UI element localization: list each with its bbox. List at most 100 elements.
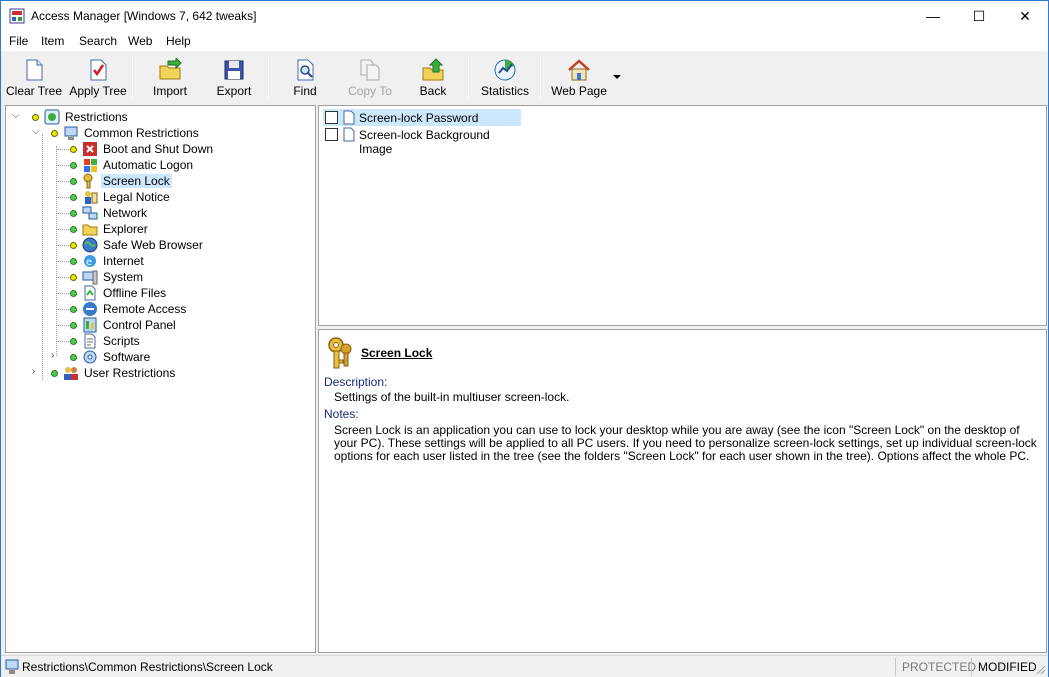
toolbar-separator — [540, 55, 541, 99]
option-label: Screen-lock Password — [359, 111, 479, 125]
tree-node-label: Screen Lock — [101, 174, 172, 188]
collapse-icon[interactable]: ⌵ — [12, 111, 22, 121]
tree-node-automatic-logon[interactable]: Automatic Logon — [6, 157, 306, 173]
restrictions-tree[interactable]: ⌵ Restrictions ⌵ Common Restrictions Boo… — [5, 105, 316, 653]
tree-node-screen-lock[interactable]: Screen Lock — [6, 173, 306, 189]
close-button[interactable]: ✕ — [1002, 1, 1048, 31]
menu-item[interactable]: Item — [41, 34, 64, 48]
tree-node-legal-notice[interactable]: Legal Notice — [6, 189, 306, 205]
back-button[interactable]: Back — [407, 53, 459, 101]
web-page-label: Web Page — [551, 84, 607, 98]
statistics-label: Statistics — [480, 84, 529, 98]
power-icon — [83, 142, 97, 156]
status-dot-icon — [32, 114, 39, 121]
toolbar: Clear Tree Apply Tree Import Export Find… — [1, 51, 1048, 103]
tree-guide-line — [57, 181, 69, 182]
description-text: Settings of the built-in multiuser scree… — [334, 390, 570, 404]
tree-node-label: Legal Notice — [103, 190, 170, 204]
resize-grip-icon[interactable] — [1036, 665, 1046, 675]
status-dot-icon — [70, 290, 77, 297]
tree-guide-line — [57, 325, 69, 326]
collapse-icon[interactable]: ⌵ — [32, 127, 42, 137]
minimize-icon: — — [926, 8, 940, 24]
menu-file[interactable]: File — [9, 34, 28, 48]
tree-node-scripts[interactable]: Scripts — [6, 333, 306, 349]
web-page-button[interactable]: Web Page — [549, 53, 609, 101]
tree-node-label: User Restrictions — [84, 366, 176, 380]
tree-guide-line — [57, 149, 69, 150]
restrictions-icon — [44, 109, 60, 125]
tree-guide-line — [57, 341, 69, 342]
menu-help[interactable]: Help — [166, 34, 191, 48]
tree-guide-line — [57, 309, 69, 310]
tree-node-safe-web-browser[interactable]: Safe Web Browser — [6, 237, 306, 253]
tree-guide-line — [57, 165, 69, 166]
list-item[interactable]: Screen-lock Password — [323, 109, 521, 126]
tree-node-offline-files[interactable]: Offline Files — [6, 285, 306, 301]
clear-tree-button[interactable]: Clear Tree — [5, 53, 63, 101]
option-checkbox[interactable] — [325, 128, 338, 141]
svg-text:e: e — [86, 257, 92, 268]
menu-search[interactable]: Search — [79, 34, 117, 48]
statistics-button[interactable]: Statistics — [477, 53, 533, 101]
tree-node-label: Network — [103, 206, 148, 220]
tree-node-boot-and-shut-down[interactable]: Boot and Shut Down — [6, 141, 306, 157]
control-panel-icon — [83, 317, 97, 333]
keys-icon — [328, 337, 352, 369]
apply-tree-button[interactable]: Apply Tree — [67, 53, 129, 101]
tree-node-remote-access[interactable]: Remote Access — [6, 301, 306, 317]
toolbar-separator — [268, 55, 269, 99]
description-title: Screen Lock — [361, 346, 433, 360]
minimize-button[interactable]: — — [910, 1, 956, 31]
tree-node-software[interactable]: › Software — [6, 349, 306, 365]
tree-node-label: System — [103, 270, 144, 284]
export-button[interactable]: Export — [205, 53, 263, 101]
maximize-icon: ☐ — [972, 7, 986, 24]
copy-to-button[interactable]: Copy To — [341, 53, 399, 101]
tree-node-control-panel[interactable]: Control Panel — [6, 317, 306, 333]
application-window: Access Manager [Windows 7, 642 tweaks] —… — [0, 0, 1049, 677]
folder-icon — [82, 224, 98, 236]
copy-pages-icon — [360, 59, 380, 81]
tree-node-system[interactable]: System — [6, 269, 306, 285]
tree-node-label: Safe Web Browser — [103, 238, 203, 252]
software-icon — [83, 350, 97, 364]
tree-node-restrictions[interactable]: ⌵ Restrictions — [6, 109, 306, 125]
menu-web[interactable]: Web — [128, 34, 152, 48]
option-label: Screen-lock Background Image — [359, 128, 490, 156]
tree-guide-line — [57, 197, 69, 198]
tree-node-internet[interactable]: e Internet — [6, 253, 306, 269]
web-page-dropdown-icon[interactable] — [613, 75, 621, 79]
globe-icon — [82, 237, 98, 253]
import-button[interactable]: Import — [141, 53, 199, 101]
network-icon — [82, 206, 98, 220]
notes-heading: Notes: — [324, 407, 359, 421]
find-button[interactable]: Find — [277, 53, 333, 101]
blank-page-icon — [26, 59, 43, 81]
tree-node-label: Scripts — [103, 334, 140, 348]
tree-node-network[interactable]: Network — [6, 205, 306, 221]
list-item[interactable]: Screen-lock Background Image — [323, 126, 521, 156]
window-title: Access Manager [Windows 7, 642 tweaks] — [31, 9, 257, 23]
tree-node-label: Common Restrictions — [84, 126, 199, 140]
expand-icon[interactable]: › — [32, 367, 42, 377]
option-checkbox[interactable] — [325, 111, 338, 124]
expand-icon[interactable]: › — [51, 351, 61, 361]
tree-node-explorer[interactable]: Explorer — [6, 221, 306, 237]
chart-icon — [494, 59, 516, 81]
floppy-disk-icon — [224, 60, 244, 80]
tree-guide-line — [57, 245, 69, 246]
maximize-button[interactable]: ☐ — [956, 1, 1002, 31]
tree-node-common-restrictions[interactable]: ⌵ Common Restrictions — [6, 125, 306, 141]
system-icon — [82, 270, 98, 285]
status-dot-icon — [51, 370, 58, 377]
description-heading: Description: — [324, 375, 388, 389]
tree-guide-line — [57, 261, 69, 262]
tree-node-user-restrictions[interactable]: › User Restrictions — [6, 365, 306, 381]
status-dot-icon — [70, 338, 77, 345]
status-dot-icon — [70, 306, 77, 313]
folder-back-icon — [422, 58, 444, 81]
title-bar[interactable]: Access Manager [Windows 7, 642 tweaks] —… — [1, 1, 1048, 31]
status-dot-icon — [70, 242, 77, 249]
page-icon — [343, 110, 355, 125]
